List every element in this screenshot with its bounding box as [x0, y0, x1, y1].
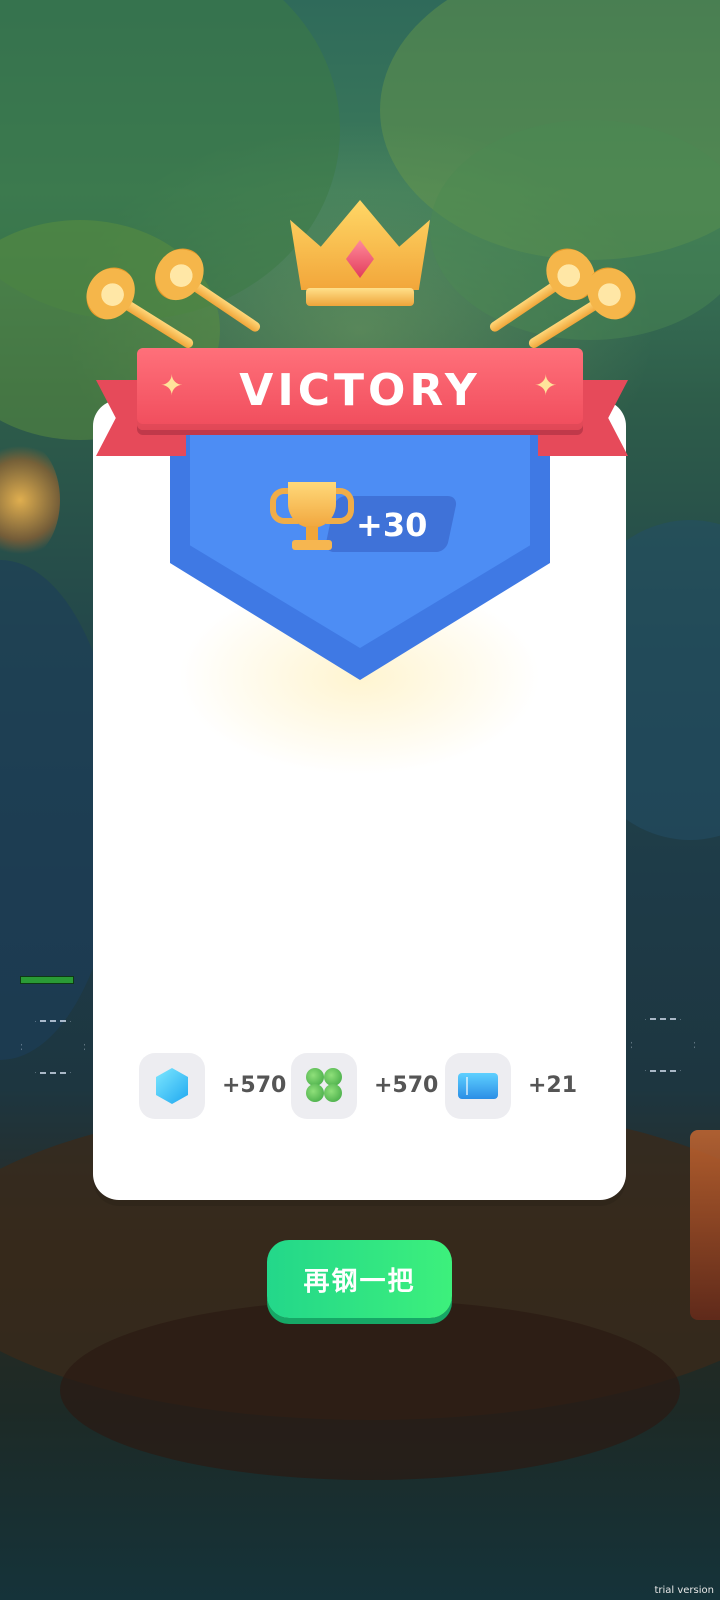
- crown-icon: [290, 200, 430, 310]
- unit-health-bar: [20, 976, 74, 984]
- clover-icon: [304, 1066, 344, 1106]
- sparkle-icon: ✦: [160, 369, 184, 402]
- reward-clover-box: [291, 1053, 357, 1119]
- sparkle-icon: ✦: [534, 369, 558, 402]
- reward-gem-value: +570: [222, 1073, 287, 1098]
- trial-watermark: trial version: [654, 1585, 714, 1596]
- trophy-gain-value: +30: [356, 506, 428, 544]
- reward-gem-box: [139, 1053, 205, 1119]
- reward-ticket-box: [445, 1053, 511, 1119]
- ticket-icon: [458, 1073, 498, 1099]
- hex-tile-right: [630, 1018, 696, 1072]
- lantern-prop: [690, 1130, 720, 1320]
- reward-clover-value: +570: [374, 1073, 439, 1098]
- victory-title: VICTORY: [239, 365, 481, 416]
- reward-ticket-value: +21: [528, 1073, 578, 1098]
- play-again-button[interactable]: 再钢一把: [267, 1240, 452, 1318]
- fire-effect: [0, 440, 60, 560]
- background-cliff: [60, 1300, 680, 1480]
- gem-icon: [156, 1068, 188, 1104]
- trophy-icon: [268, 482, 356, 562]
